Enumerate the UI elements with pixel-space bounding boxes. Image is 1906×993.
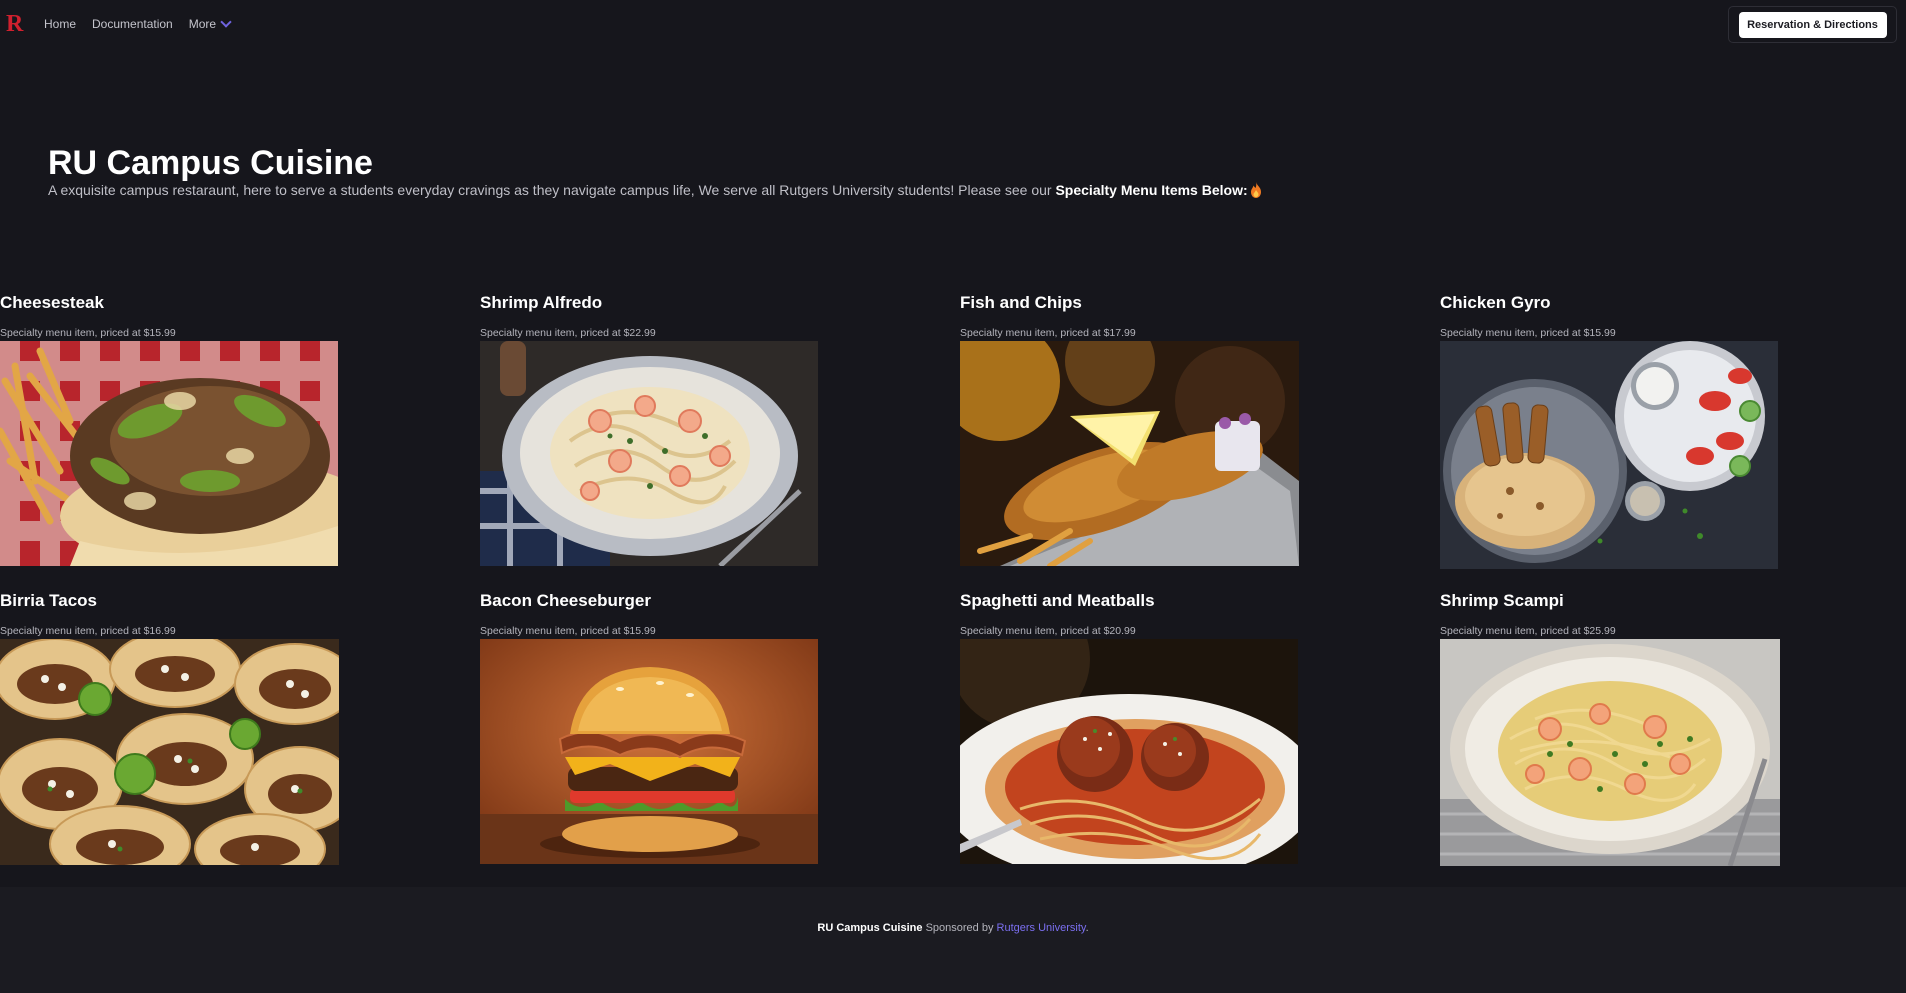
item-price: Specialty menu item, priced at $15.99 (480, 625, 656, 637)
rutgers-university-link[interactable]: Rutgers University (997, 922, 1086, 934)
item-price: Specialty menu item, priced at $22.99 (480, 327, 656, 339)
item-name: Spaghetti and Meatballs (960, 591, 1155, 610)
menu-item: Chicken Gyro Specialty menu item, priced… (1440, 293, 1780, 569)
rutgers-logo[interactable]: R (6, 10, 23, 38)
item-price: Specialty menu item, priced at $15.99 (1440, 327, 1616, 339)
item-name: Cheesesteak (0, 293, 104, 312)
menu-item: Spaghetti and Meatballs Specialty menu i… (960, 591, 1300, 864)
item-price: Specialty menu item, priced at $25.99 (1440, 625, 1616, 637)
item-name: Fish and Chips (960, 293, 1082, 312)
nav-home[interactable]: Home (44, 17, 76, 31)
nav-documentation[interactable]: Documentation (92, 17, 173, 31)
menu-item: Cheesesteak Specialty menu item, priced … (0, 293, 340, 566)
reserve-button-wrapper: Reservation & Directions (1728, 6, 1897, 43)
fire-icon (1250, 182, 1261, 198)
footer: RU Campus Cuisine Sponsored by Rutgers U… (0, 887, 1906, 993)
shrimp-alfredo-photo (480, 341, 820, 566)
footer-sponsored: Sponsored by (922, 922, 997, 934)
navbar: R Home Documentation More Reservation & … (0, 0, 1906, 48)
shrimp-scampi-photo (1440, 639, 1780, 866)
chevron-down-icon (220, 16, 232, 28)
item-name: Shrimp Scampi (1440, 591, 1564, 610)
item-price: Specialty menu item, priced at $17.99 (960, 327, 1136, 339)
item-name: Shrimp Alfredo (480, 293, 603, 312)
chicken-gyro-photo (1440, 341, 1780, 569)
fish-and-chips-photo (960, 341, 1300, 566)
nav-more[interactable]: More (188, 16, 232, 31)
subtitle-emphasis: Specialty Menu Items Below: (1055, 182, 1248, 198)
footer-brand: RU Campus Cuisine (817, 922, 923, 934)
menu-item: Shrimp Alfredo Specialty menu item, pric… (480, 293, 820, 566)
spaghetti-and-meatballs-photo (960, 639, 1300, 864)
page-title: RU Campus Cuisine (48, 144, 373, 182)
footer-text: RU Campus Cuisine Sponsored by Rutgers U… (0, 922, 1906, 934)
menu-item: Birria Tacos Specialty menu item, priced… (0, 591, 340, 865)
footer-period: . (1085, 922, 1089, 934)
item-price: Specialty menu item, priced at $20.99 (960, 625, 1136, 637)
page-subtitle: A exquisite campus restaraunt, here to s… (48, 181, 1348, 199)
cheesesteak-photo (0, 341, 340, 566)
item-price: Specialty menu item, priced at $16.99 (0, 625, 176, 637)
item-name: Bacon Cheeseburger (480, 591, 651, 610)
item-name: Birria Tacos (0, 591, 98, 610)
item-price: Specialty menu item, priced at $15.99 (0, 327, 176, 339)
menu-item: Shrimp Scampi Specialty menu item, price… (1440, 591, 1780, 866)
item-name: Chicken Gyro (1440, 293, 1551, 312)
subtitle-text: A exquisite campus restaraunt, here to s… (48, 182, 1056, 198)
reservation-directions-button[interactable]: Reservation & Directions (1738, 11, 1887, 38)
menu-item: Fish and Chips Specialty menu item, pric… (960, 293, 1300, 566)
nav-links: Home Documentation More (44, 16, 232, 31)
bacon-cheeseburger-photo (480, 639, 820, 864)
nav-more-label: More (188, 17, 217, 31)
menu-item: Bacon Cheeseburger Specialty menu item, … (480, 591, 820, 864)
birria-tacos-photo (0, 639, 340, 865)
